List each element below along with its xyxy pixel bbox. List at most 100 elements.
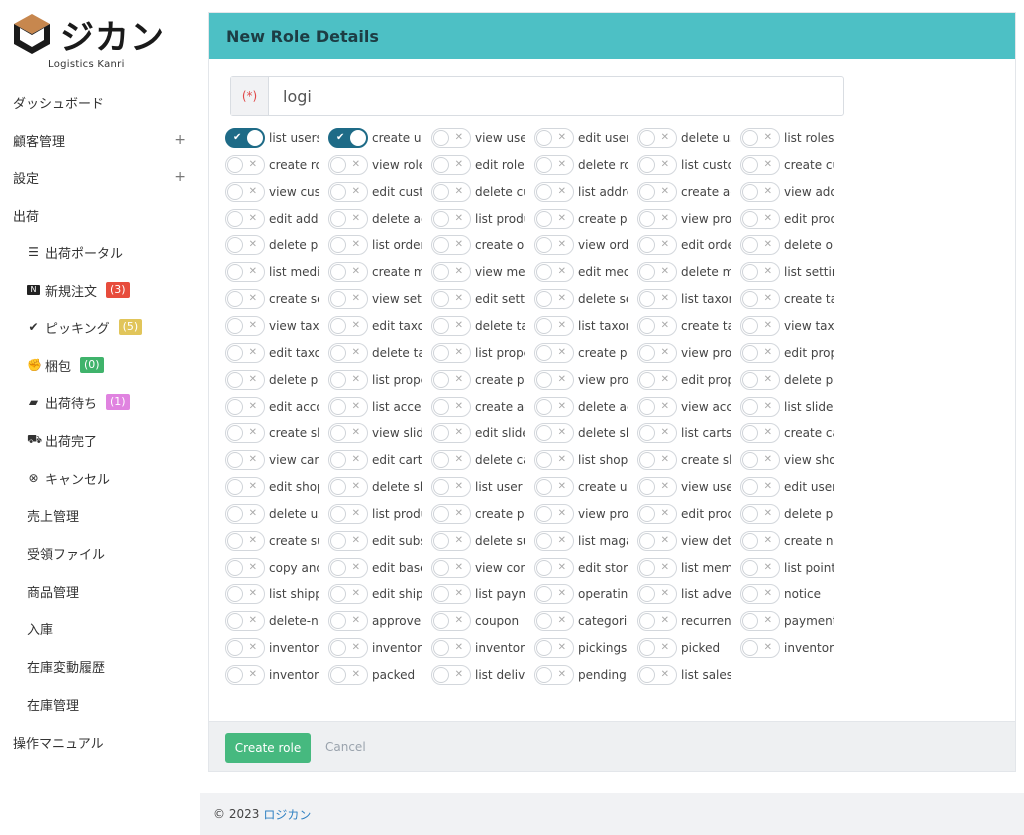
permission-toggle-item[interactable]: ✕ view details <box>637 530 737 552</box>
nav-products[interactable]: 商品管理 <box>0 573 200 609</box>
toggle-switch[interactable]: ✕ <box>740 611 780 632</box>
permission-toggle-item[interactable]: ✕ edit media <box>534 261 634 283</box>
permission-toggle-item[interactable]: ✕ list shipping <box>225 583 325 605</box>
toggle-switch[interactable]: ✕ <box>534 423 574 444</box>
permission-toggle-item[interactable]: ✕ edit users <box>534 127 634 149</box>
toggle-switch[interactable]: ✕ <box>740 289 780 310</box>
permission-toggle-item[interactable]: ✕ inventory <box>225 637 325 659</box>
toggle-switch[interactable]: ✕ <box>637 342 677 363</box>
permission-toggle-item[interactable]: ✕ list addresses <box>534 181 634 203</box>
permission-toggle-item[interactable]: ✕ list taxonomies <box>637 288 737 310</box>
toggle-switch[interactable]: ✕ <box>225 611 265 632</box>
toggle-switch[interactable]: ✕ <box>637 154 677 175</box>
toggle-switch[interactable]: ✕ <box>431 423 471 444</box>
nav-settings[interactable]: 設定 + <box>0 159 200 195</box>
permission-toggle-item[interactable]: ✕ delete settings <box>534 288 634 310</box>
permission-toggle-item[interactable]: ✕ view product groups <box>534 503 634 525</box>
toggle-switch[interactable]: ✕ <box>328 154 368 175</box>
toggle-switch[interactable]: ✕ <box>534 369 574 390</box>
permission-toggle-item[interactable]: ✕ list points <box>740 557 840 579</box>
permission-toggle-item[interactable]: ✔ create users <box>328 127 428 149</box>
permission-toggle-item[interactable]: ✕ operating <box>534 583 634 605</box>
nav-dashboard[interactable]: ダッシュボード <box>0 84 200 120</box>
toggle-switch[interactable]: ✕ <box>225 638 265 659</box>
toggle-switch[interactable]: ✕ <box>740 262 780 283</box>
permission-toggle-item[interactable]: ✕ create taxonomies <box>740 288 840 310</box>
toggle-switch[interactable]: ✕ <box>534 611 574 632</box>
permission-toggle-item[interactable]: ✕ recurrence <box>637 610 737 632</box>
permission-toggle-item[interactable]: ✕ create taxonomy terms <box>637 315 737 337</box>
permission-toggle-item[interactable]: ✕ list property values <box>328 369 428 391</box>
permission-toggle-item[interactable]: ✕ create user groups <box>534 476 634 498</box>
permission-toggle-item[interactable]: ✕ coupon <box>431 610 531 632</box>
toggle-switch[interactable]: ✕ <box>328 638 368 659</box>
create-role-button[interactable]: Create role <box>225 733 311 763</box>
permission-toggle-item[interactable]: ✕ inventory <box>225 664 325 686</box>
toggle-switch[interactable]: ✕ <box>328 235 368 256</box>
toggle-switch[interactable]: ✕ <box>431 530 471 551</box>
toggle-switch[interactable]: ✕ <box>328 584 368 605</box>
toggle-switch[interactable]: ✕ <box>328 315 368 336</box>
toggle-switch[interactable]: ✕ <box>637 503 677 524</box>
toggle-switch[interactable]: ✕ <box>740 530 780 551</box>
nav-awaiting[interactable]: ▰ 出荷待ち (1) <box>0 384 200 420</box>
toggle-switch[interactable]: ✕ <box>740 342 780 363</box>
permission-toggle-item[interactable]: ✕ list members <box>637 557 737 579</box>
permission-toggle-item[interactable]: ✕ edit shipping <box>328 583 428 605</box>
permission-toggle-item[interactable]: ✕ packed <box>328 664 428 686</box>
toggle-switch[interactable]: ✕ <box>431 235 471 256</box>
permission-toggle-item[interactable]: ✕ edit product groups <box>637 503 737 525</box>
toggle-switch[interactable]: ✕ <box>534 262 574 283</box>
toggle-switch[interactable]: ✕ <box>328 530 368 551</box>
toggle-switch[interactable]: ✕ <box>637 128 677 148</box>
permission-toggle-item[interactable]: ✕ edit settings <box>431 288 531 310</box>
permission-toggle-item[interactable]: ✕ delete carts <box>431 449 531 471</box>
toggle-switch[interactable]: ✕ <box>225 315 265 336</box>
toggle-switch[interactable]: ✕ <box>637 208 677 229</box>
toggle-switch[interactable]: ✕ <box>431 342 471 363</box>
toggle-switch[interactable]: ✕ <box>637 665 677 685</box>
cancel-link[interactable]: Cancel <box>325 740 366 754</box>
toggle-switch[interactable]: ✕ <box>225 450 265 471</box>
permission-toggle-item[interactable]: ✕ list advertisements <box>637 583 737 605</box>
permission-toggle-item[interactable]: ✕ edit slides <box>431 422 531 444</box>
toggle-switch[interactable]: ✕ <box>637 557 677 578</box>
toggle-switch[interactable]: ✕ <box>328 665 368 685</box>
toggle-switch[interactable]: ✕ <box>740 315 780 336</box>
permission-toggle-item[interactable]: ✕ pickings <box>534 637 634 659</box>
permission-toggle-item[interactable]: ✕ edit orders <box>637 234 737 256</box>
permission-toggle-item[interactable]: ✕ delete subscriptions <box>431 530 531 552</box>
toggle-switch[interactable]: ✕ <box>534 208 574 229</box>
permission-toggle-item[interactable]: ✕ edit account <box>225 396 325 418</box>
toggle-switch[interactable]: ✕ <box>740 235 780 256</box>
permission-toggle-item[interactable]: ✕ create customers <box>740 154 840 176</box>
permission-toggle-item[interactable]: ✕ list media <box>225 261 325 283</box>
toggle-switch[interactable]: ✕ <box>740 181 780 202</box>
toggle-switch[interactable]: ✕ <box>225 262 265 283</box>
permission-toggle-item[interactable]: ✕ list product groups <box>328 503 428 525</box>
toggle-switch[interactable]: ✕ <box>740 154 780 175</box>
permission-toggle-item[interactable]: ✕ list carts <box>637 422 737 444</box>
toggle-switch[interactable]: ✕ <box>328 181 368 202</box>
permission-toggle-item[interactable]: ✕ create subscriptions <box>225 530 325 552</box>
toggle-switch[interactable]: ✕ <box>225 235 265 256</box>
permission-toggle-item[interactable]: ✕ create shops <box>637 449 737 471</box>
permission-toggle-item[interactable]: ✕ edit taxonomies <box>328 315 428 337</box>
permission-toggle-item[interactable]: ✕ delete user groups <box>225 503 325 525</box>
permission-toggle-item[interactable]: ✕ create slides <box>225 422 325 444</box>
toggle-switch[interactable]: ✕ <box>431 315 471 336</box>
toggle-switch[interactable]: ✕ <box>431 128 471 148</box>
toggle-switch[interactable]: ✕ <box>225 396 265 417</box>
toggle-switch[interactable]: ✕ <box>534 665 574 685</box>
expand-icon[interactable]: + <box>174 169 186 185</box>
toggle-switch[interactable]: ✕ <box>431 208 471 229</box>
permission-toggle-item[interactable]: ✕ view shops <box>740 449 840 471</box>
toggle-switch[interactable]: ✕ <box>534 315 574 336</box>
permission-toggle-item[interactable]: ✕ inventory <box>328 637 428 659</box>
permission-toggle-item[interactable]: ✕ categories <box>534 610 634 632</box>
toggle-switch[interactable]: ✕ <box>225 530 265 551</box>
nav-stock[interactable]: 在庫管理 <box>0 686 200 722</box>
permission-toggle-item[interactable]: ✕ view roles <box>328 154 428 176</box>
toggle-switch[interactable]: ✕ <box>740 369 780 390</box>
toggle-switch[interactable]: ✕ <box>328 477 368 498</box>
